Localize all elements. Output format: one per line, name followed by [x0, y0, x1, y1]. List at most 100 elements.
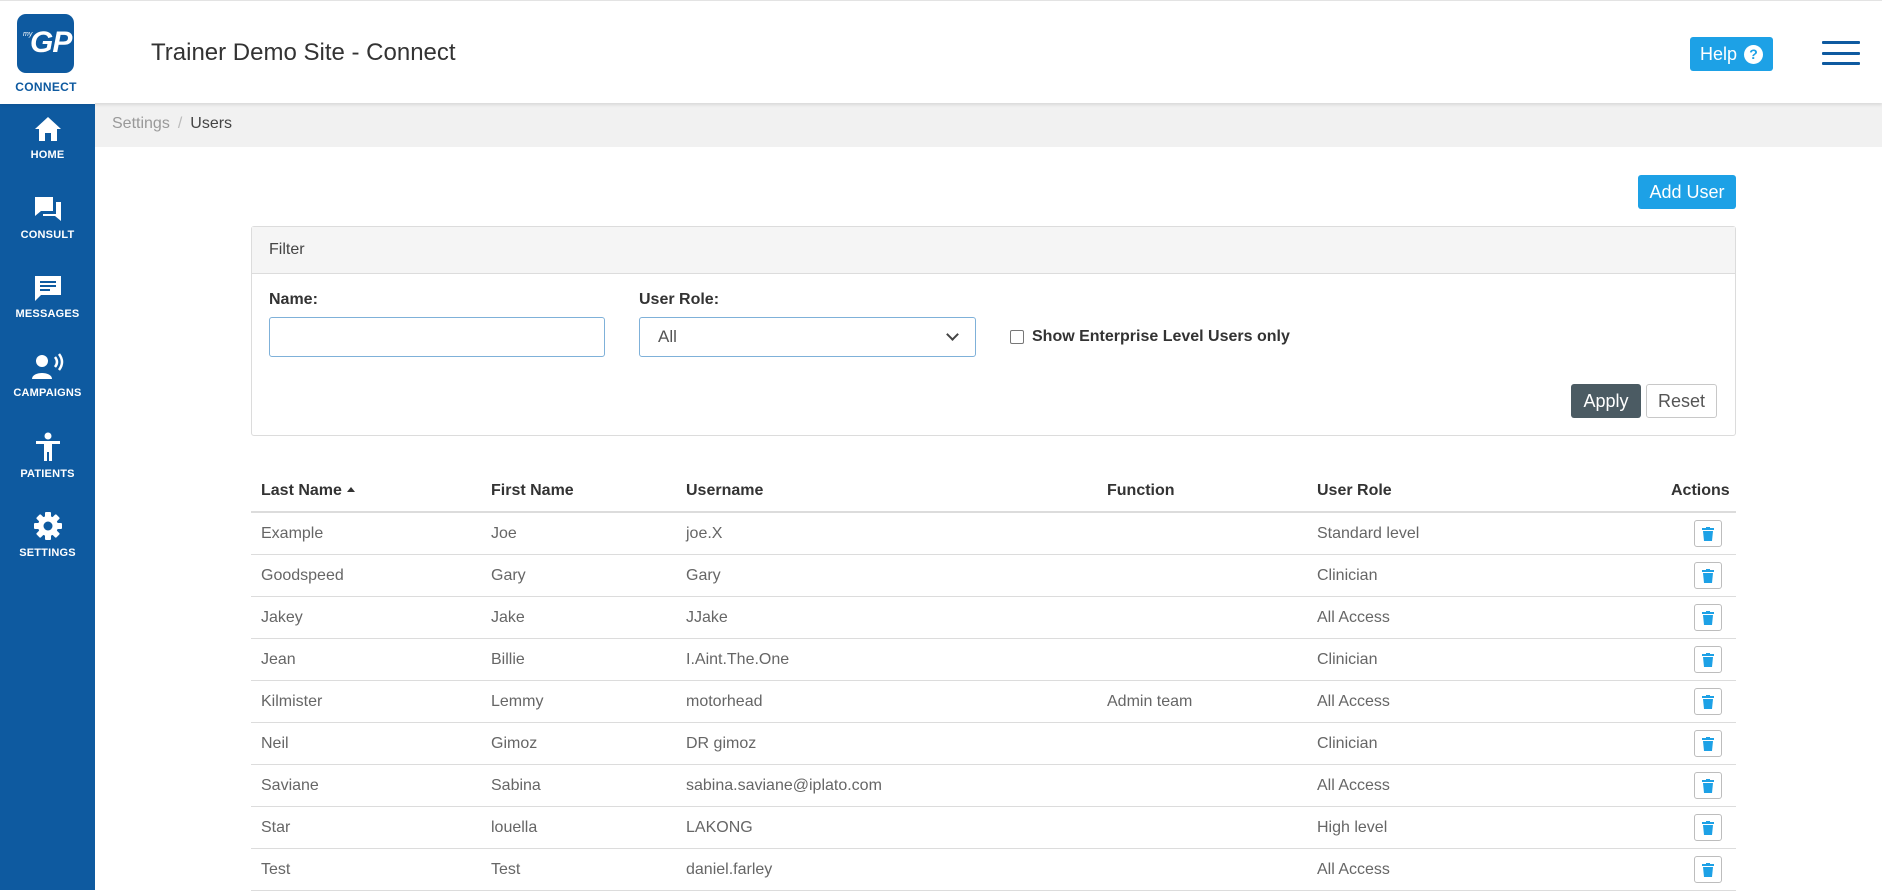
gear-icon: [33, 512, 62, 540]
cell-username: daniel.farley: [686, 861, 773, 878]
cell-username: I.Aint.The.One: [686, 651, 790, 668]
cell-username: sabina.saviane@iplato.com: [686, 777, 882, 794]
cell-user-role: Clinician: [1317, 567, 1378, 584]
delete-user-button[interactable]: [1694, 856, 1722, 883]
apply-button[interactable]: Apply: [1571, 384, 1641, 418]
breadcrumb-current: Users: [190, 115, 233, 132]
sidebar-item-label: HOME: [30, 149, 65, 161]
column-header-last-name[interactable]: Last Name: [261, 482, 355, 500]
trash-icon: [1702, 778, 1714, 793]
breadcrumb-settings-link[interactable]: Settings: [112, 115, 170, 132]
column-header-function[interactable]: Function: [1107, 482, 1175, 500]
cell-last-name: Neil: [261, 735, 289, 752]
sidebar-item-label: CAMPAIGNS: [13, 387, 82, 399]
cell-first-name: Billie: [491, 651, 525, 668]
cell-user-role: All Access: [1317, 693, 1390, 710]
cell-username: motorhead: [686, 693, 763, 710]
cell-last-name: Test: [261, 861, 291, 878]
cell-last-name: Jean: [261, 651, 296, 668]
sidebar-item-campaigns[interactable]: CAMPAIGNS: [0, 353, 95, 423]
help-button[interactable]: Help ?: [1690, 37, 1773, 71]
cell-first-name: Test: [491, 861, 521, 878]
cell-user-role: High level: [1317, 819, 1388, 836]
cell-user-role: All Access: [1317, 777, 1390, 794]
table-row[interactable]: Jean Billie I.Aint.The.One Clinician: [251, 639, 1736, 681]
column-header-actions: Actions: [1671, 482, 1730, 499]
cell-first-name: Gary: [491, 567, 526, 584]
delete-user-button[interactable]: [1694, 646, 1722, 673]
sidebar-item-home[interactable]: HOME: [0, 115, 95, 185]
delete-user-button[interactable]: [1694, 772, 1722, 799]
cell-first-name: louella: [491, 819, 538, 836]
sidebar-item-messages[interactable]: MESSAGES: [0, 274, 95, 344]
table-row[interactable]: Neil Gimoz DR gimoz Clinician: [251, 723, 1736, 765]
name-input[interactable]: [269, 317, 605, 357]
cell-last-name: Star: [261, 819, 291, 836]
name-label: Name:: [269, 291, 318, 308]
table-row[interactable]: Example Joe joe.X Standard level: [251, 513, 1736, 555]
messages-icon: [34, 276, 61, 301]
column-header-user-role[interactable]: User Role: [1317, 482, 1392, 500]
cell-username: Gary: [686, 567, 721, 584]
sidebar: HOME CONSULT MESSAGES CAMPAIGNS PATIENTS…: [0, 103, 95, 890]
delete-user-button[interactable]: [1694, 562, 1722, 589]
help-label: Help: [1699, 43, 1738, 64]
breadcrumb-separator: /: [177, 115, 183, 132]
cell-user-role: Standard level: [1317, 525, 1420, 542]
filter-title: Filter: [252, 227, 1735, 274]
campaigns-icon: [31, 353, 63, 379]
table-row[interactable]: Star louella LAKONG High level: [251, 807, 1736, 849]
table-row[interactable]: Saviane Sabina sabina.saviane@iplato.com…: [251, 765, 1736, 807]
sidebar-item-label: MESSAGES: [15, 308, 80, 320]
cell-username: LAKONG: [686, 819, 753, 836]
enterprise-users-toggle[interactable]: Show Enterprise Level Users only: [1010, 328, 1290, 346]
table-row[interactable]: Goodspeed Gary Gary Clinician: [251, 555, 1736, 597]
cell-last-name: Saviane: [261, 777, 319, 794]
filter-panel: Filter Name: User Role: All Show Enterpr…: [251, 226, 1736, 436]
cell-last-name: Example: [261, 525, 324, 542]
table-row[interactable]: Kilmister Lemmy motorhead Admin team All…: [251, 681, 1736, 723]
column-header-first-name[interactable]: First Name: [491, 482, 574, 500]
user-role-value: All: [658, 327, 677, 346]
cell-user-role: All Access: [1317, 861, 1390, 878]
hamburger-menu-icon[interactable]: [1822, 41, 1860, 65]
delete-user-button[interactable]: [1694, 814, 1722, 841]
table-row[interactable]: Jakey Jake JJake All Access: [251, 597, 1736, 639]
cell-username: joe.X: [686, 525, 723, 542]
sidebar-item-consult[interactable]: CONSULT: [0, 195, 95, 265]
hamburger-line: [1822, 41, 1860, 44]
cell-first-name: Lemmy: [491, 693, 544, 710]
table-header: Last Name First Name Username Function U…: [251, 470, 1736, 513]
user-role-select[interactable]: All: [639, 317, 976, 357]
cell-user-role: Clinician: [1317, 735, 1378, 752]
trash-icon: [1702, 694, 1714, 709]
trash-icon: [1702, 652, 1714, 667]
table-row[interactable]: Test Test daniel.farley All Access: [251, 849, 1736, 891]
cell-first-name: Joe: [491, 525, 517, 542]
delete-user-button[interactable]: [1694, 688, 1722, 715]
sidebar-item-settings[interactable]: SETTINGS: [0, 511, 95, 581]
reset-button[interactable]: Reset: [1646, 384, 1717, 418]
sidebar-item-patients[interactable]: PATIENTS: [0, 432, 95, 502]
cell-username: DR gimoz: [686, 735, 757, 752]
trash-icon: [1702, 736, 1714, 751]
question-icon: ?: [1744, 44, 1764, 64]
add-user-button[interactable]: Add User: [1638, 175, 1736, 209]
delete-user-button[interactable]: [1694, 604, 1722, 631]
app-title: Trainer Demo Site - Connect: [151, 39, 456, 66]
column-header-label: Last Name: [261, 482, 342, 499]
patients-icon: [35, 432, 60, 461]
cell-user-role: Clinician: [1317, 651, 1378, 668]
hamburger-line: [1822, 62, 1860, 65]
logo[interactable]: my GP CONNECT: [0, 1, 95, 104]
delete-user-button[interactable]: [1694, 730, 1722, 757]
column-header-username[interactable]: Username: [686, 482, 763, 500]
cell-first-name: Jake: [491, 609, 525, 626]
users-table: Last Name First Name Username Function U…: [251, 470, 1736, 891]
enterprise-users-label: Show Enterprise Level Users only: [1032, 328, 1290, 345]
sort-ascending-icon: [346, 487, 355, 492]
trash-icon: [1702, 568, 1714, 583]
delete-user-button[interactable]: [1694, 520, 1722, 547]
chevron-down-icon: [946, 328, 959, 341]
enterprise-users-checkbox[interactable]: [1010, 330, 1024, 344]
